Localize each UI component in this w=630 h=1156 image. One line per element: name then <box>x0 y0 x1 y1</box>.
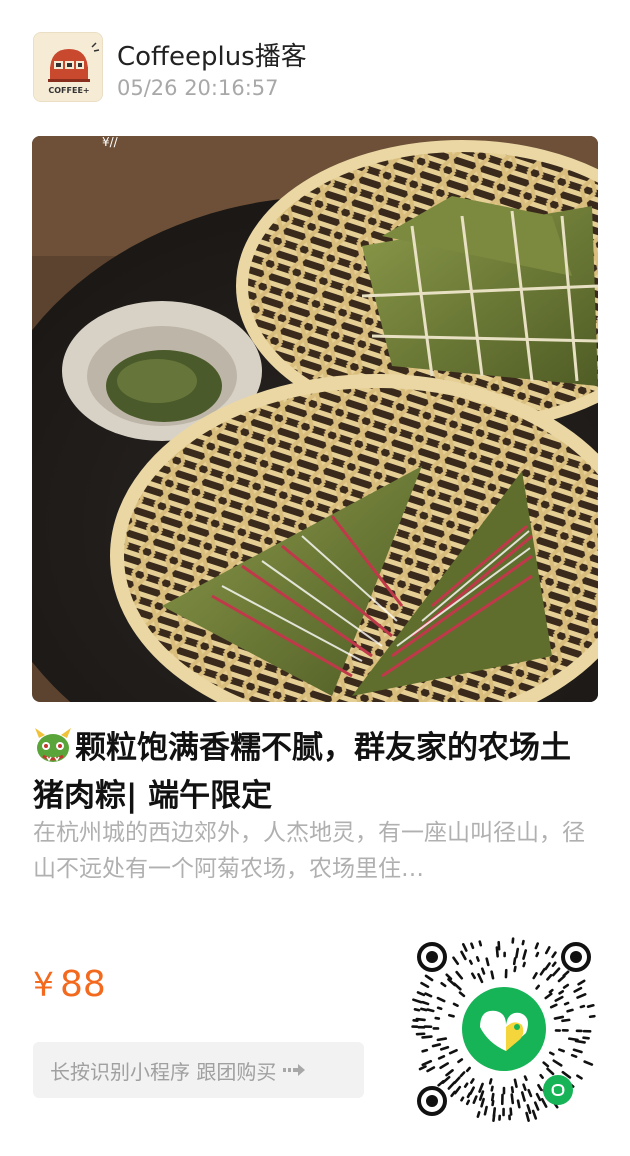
mini-program-cta[interactable]: 长按识别小程序 跟团购买 <box>33 1042 364 1098</box>
coffee-shop-logo-icon: COFFEE+ <box>34 33 102 101</box>
shop-avatar[interactable]: COFFEE+ <box>33 32 103 102</box>
product-description: 在杭州城的西边郊外，人杰地灵，有一座山叫径山，径山不远处有一个阿菊农场，农场里住… <box>33 820 585 882</box>
post-timestamp: 05/26 20:16:57 <box>117 76 279 100</box>
price-value: 88 <box>60 964 106 1005</box>
cta-label: 长按识别小程序 跟团购买 <box>50 1059 277 1084</box>
mini-program-badge-icon <box>543 1075 573 1105</box>
post-header: COFFEE+ Coffeeplus播客 05/26 20:16:57 <box>33 32 593 104</box>
product-image[interactable]: ¥// <box>32 136 598 702</box>
product-title-text: 颗粒饱满香糯不腻，群友家的农场土猪肉粽| 端午限定 <box>33 730 571 814</box>
shop-name[interactable]: Coffeeplus播客 <box>117 36 307 73</box>
dragon-emoji-icon <box>35 728 71 762</box>
avatar-caption: COFFEE+ <box>48 86 89 95</box>
product-price: ¥88 <box>33 964 106 1005</box>
mini-program-qr-code[interactable] <box>410 935 598 1123</box>
arrow-right-icon <box>283 1064 306 1076</box>
product-title[interactable]: 颗粒饱满香糯不腻，群友家的农场土猪肉粽| 端午限定 <box>33 724 593 820</box>
svg-text:¥//: ¥// <box>102 136 119 149</box>
price-symbol: ¥ <box>33 965 54 1004</box>
